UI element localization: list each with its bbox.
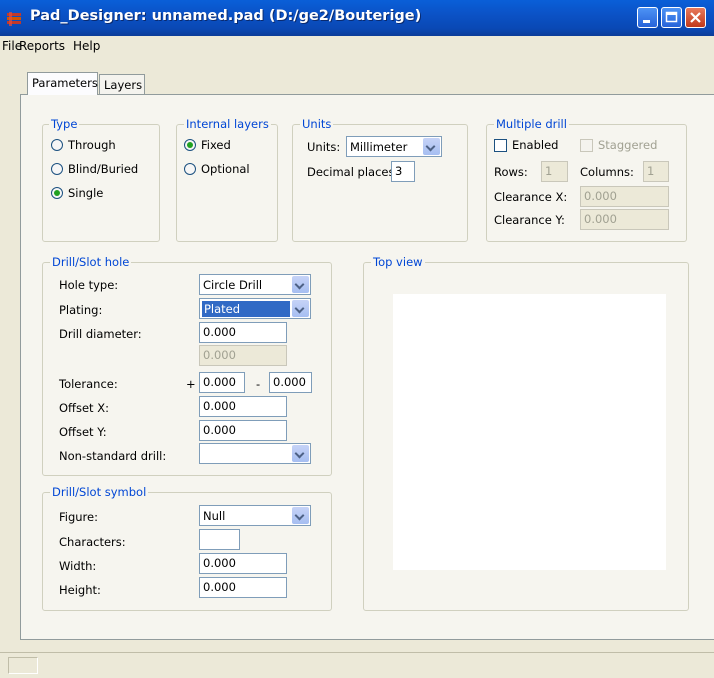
- width-input[interactable]: 0.000: [199, 553, 287, 574]
- single-radio[interactable]: [51, 187, 63, 199]
- single-label: Single: [68, 186, 104, 200]
- close-icon: [690, 12, 701, 23]
- decimal-places-input[interactable]: 3: [391, 161, 415, 182]
- chevron-down-icon: [423, 138, 440, 155]
- units-legend: Units: [300, 117, 334, 131]
- enabled-checkbox[interactable]: [494, 139, 507, 152]
- enabled-label: Enabled: [512, 138, 559, 152]
- minimize-button[interactable]: [637, 7, 658, 28]
- columns-label: Columns:: [580, 165, 634, 179]
- characters-label: Characters:: [59, 535, 126, 549]
- chevron-down-icon: [292, 300, 309, 317]
- optional-radio[interactable]: [184, 163, 196, 175]
- hole-type-label: Hole type:: [59, 278, 119, 292]
- figure-label: Figure:: [59, 510, 98, 524]
- drill-diameter-label: Drill diameter:: [59, 327, 142, 341]
- hole-type-select[interactable]: Circle Drill: [199, 274, 311, 295]
- units-label: Units:: [307, 140, 341, 154]
- offset-x-label: Offset X:: [59, 401, 109, 415]
- units-value: Millimeter: [350, 140, 408, 154]
- multiple-drill-legend: Multiple drill: [494, 117, 569, 131]
- top-view-canvas[interactable]: [393, 294, 666, 570]
- tolerance-plus-input[interactable]: 0.000: [199, 372, 245, 393]
- status-bar: [0, 652, 714, 678]
- blind-buried-radio[interactable]: [51, 163, 63, 175]
- chevron-down-icon: [292, 276, 309, 293]
- figure-value: Null: [203, 509, 226, 523]
- tolerance-plus-sign: +: [186, 377, 196, 391]
- non-standard-drill-select[interactable]: [199, 443, 311, 464]
- columns-input[interactable]: 1: [643, 161, 669, 182]
- window-title: Pad_Designer: unnamed.pad (D:/ge2/Bouter…: [30, 8, 422, 24]
- tolerance-minus-input[interactable]: 0.000: [269, 372, 312, 393]
- internal-layers-legend: Internal layers: [184, 117, 271, 131]
- clearance-y-label: Clearance Y:: [494, 213, 565, 227]
- close-button[interactable]: [685, 7, 706, 28]
- figure-select[interactable]: Null: [199, 505, 311, 526]
- through-radio[interactable]: [51, 139, 63, 151]
- drill-slot-symbol-legend: Drill/Slot symbol: [50, 485, 149, 499]
- rows-input[interactable]: 1: [541, 161, 568, 182]
- chevron-down-icon: [292, 507, 309, 524]
- menu-reports[interactable]: Reports: [19, 39, 65, 53]
- maximize-icon: [665, 11, 678, 23]
- drill-diameter-input[interactable]: 0.000: [199, 322, 287, 343]
- rows-label: Rows:: [494, 165, 528, 179]
- width-label: Width:: [59, 559, 97, 573]
- status-pane: [8, 657, 38, 674]
- offset-x-input[interactable]: 0.000: [199, 396, 287, 417]
- pad-designer-app-icon: [7, 12, 21, 26]
- offset-y-input[interactable]: 0.000: [199, 420, 287, 441]
- optional-label: Optional: [201, 162, 250, 176]
- plating-label: Plating:: [59, 303, 103, 317]
- through-label: Through: [68, 138, 116, 152]
- plating-value: Plated: [202, 301, 290, 317]
- plating-select[interactable]: Plated: [199, 298, 311, 319]
- tolerance-label: Tolerance:: [59, 377, 118, 391]
- fixed-radio[interactable]: [184, 139, 196, 151]
- tab-parameters[interactable]: Parameters: [27, 72, 98, 95]
- tab-layers[interactable]: Layers: [99, 74, 145, 94]
- non-standard-drill-label: Non-standard drill:: [59, 449, 167, 463]
- offset-y-label: Offset Y:: [59, 425, 107, 439]
- chevron-down-icon: [292, 445, 309, 462]
- maximize-button[interactable]: [661, 7, 682, 28]
- drill-diameter-secondary-input[interactable]: 0.000: [199, 345, 287, 366]
- characters-input[interactable]: [199, 529, 240, 550]
- units-select[interactable]: Millimeter: [346, 136, 442, 157]
- staggered-checkbox[interactable]: [580, 139, 593, 152]
- clearance-x-label: Clearance X:: [494, 190, 568, 204]
- decimal-places-label: Decimal places:: [307, 165, 399, 179]
- minimize-icon: [643, 20, 650, 23]
- height-input[interactable]: 0.000: [199, 577, 287, 598]
- menu-help[interactable]: Help: [73, 39, 100, 53]
- tolerance-minus-sign: -: [256, 377, 261, 391]
- staggered-label: Staggered: [598, 138, 658, 152]
- clearance-y-input[interactable]: 0.000: [580, 209, 669, 230]
- drill-slot-hole-legend: Drill/Slot hole: [50, 255, 132, 269]
- top-view-legend: Top view: [371, 255, 425, 269]
- hole-type-value: Circle Drill: [203, 278, 263, 292]
- clearance-x-input[interactable]: 0.000: [580, 186, 669, 207]
- type-legend: Type: [49, 117, 80, 131]
- menu-bar: [0, 36, 714, 57]
- fixed-label: Fixed: [201, 138, 231, 152]
- height-label: Height:: [59, 583, 101, 597]
- blind-buried-label: Blind/Buried: [68, 162, 139, 176]
